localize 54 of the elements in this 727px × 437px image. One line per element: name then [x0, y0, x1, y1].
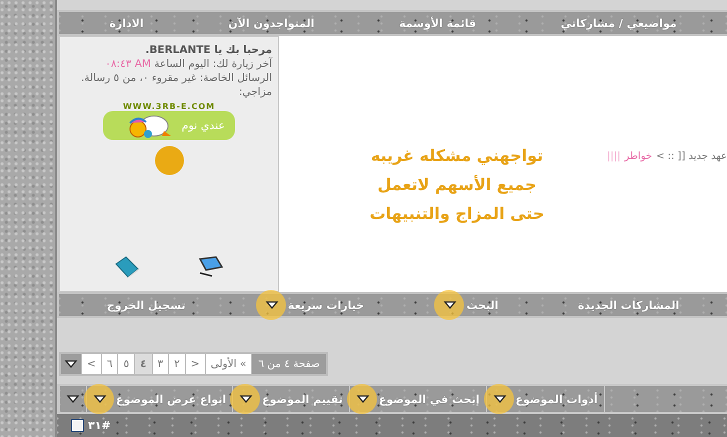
- greeting-text: مرحبا بك يا BERLANTE.: [144, 43, 272, 57]
- caret-icon[interactable]: [443, 300, 458, 310]
- prev-page-link[interactable]: >: [186, 354, 205, 374]
- nav-link[interactable]: خيارات سريعة: [288, 298, 364, 312]
- thread-tool-menu[interactable]: أدوات الموضوع: [486, 386, 604, 412]
- mood-text: عندي نوم: [182, 119, 225, 132]
- caret-icon[interactable]: [66, 394, 80, 404]
- page-link[interactable]: ٥: [118, 354, 134, 374]
- nav-link[interactable]: مواضيعي / مشاركاتي: [560, 16, 677, 30]
- caret-icon[interactable]: [239, 394, 254, 404]
- nav-link[interactable]: البحث: [466, 298, 498, 312]
- post-checkbox[interactable]: [71, 419, 84, 432]
- highlight-circle: [346, 384, 377, 414]
- book-icon[interactable]: [114, 255, 140, 279]
- message-line: حتى المزاج والتنبيهات: [370, 204, 544, 223]
- pagination-menu-button[interactable]: [61, 354, 81, 374]
- next-page-link[interactable]: <: [82, 354, 101, 374]
- post-number: #٣١: [88, 419, 111, 432]
- page-summary: صفحة ٤ من ٦: [252, 354, 326, 374]
- nav-link[interactable]: المتواجدون الآن: [228, 16, 314, 30]
- message-line: جميع الأسهم لاتعمل: [377, 175, 536, 194]
- thread-tool-menu[interactable]: تقييم الموضوع: [232, 386, 349, 412]
- caret-icon[interactable]: [64, 359, 78, 369]
- highlight-circle: [256, 290, 286, 320]
- highlight-circle: [484, 384, 514, 414]
- thread-tool-menu[interactable]: انواع عرض الموضوع: [86, 386, 232, 412]
- message-line: تواجهني مشكله غريبه: [370, 146, 544, 165]
- caret-icon[interactable]: [93, 394, 107, 404]
- nav-link[interactable]: الادارة: [109, 16, 144, 30]
- page-link[interactable]: ٦: [102, 354, 118, 374]
- tablet-icon[interactable]: [196, 255, 224, 277]
- breadcrumb-bars: ||||: [606, 151, 620, 162]
- highlight-dot: [154, 146, 184, 175]
- page-link[interactable]: ٤: [135, 354, 152, 374]
- caret-icon[interactable]: [264, 300, 279, 310]
- first-page-link[interactable]: الأولى «: [206, 354, 252, 374]
- last-visit-label: آخر زيارة لك: اليوم الساعة: [154, 58, 272, 70]
- breadcrumb-text: عهد جديد [[ :: >: [656, 151, 727, 162]
- highlight-circle: [84, 384, 114, 414]
- page-link[interactable]: ٣: [152, 354, 168, 374]
- nav-link[interactable]: تسجيل الخروج: [106, 298, 186, 312]
- mood-label: مزاجي:: [238, 85, 272, 99]
- page-link[interactable]: ٢: [169, 354, 185, 374]
- nav-link[interactable]: المشاركات الجديدة: [578, 298, 680, 312]
- breadcrumb-link[interactable]: خواطر: [624, 151, 652, 162]
- caret-icon[interactable]: [492, 394, 506, 404]
- highlight-circle: [230, 384, 260, 414]
- caret-icon[interactable]: [356, 394, 370, 404]
- site-url: WWW.3RB-E.COM: [122, 102, 216, 111]
- highlight-circle: [434, 290, 464, 320]
- thread-tool-menu[interactable]: إبحث في الموضوع: [348, 386, 486, 412]
- last-visit-time: AM ٠٨:٤٣: [105, 58, 151, 70]
- nav-link[interactable]: قائمة الأوسمة: [399, 16, 476, 30]
- private-messages-text: الرسائل الخاصة: غير مقروء ٠، من ٥ رسالة.: [80, 71, 272, 85]
